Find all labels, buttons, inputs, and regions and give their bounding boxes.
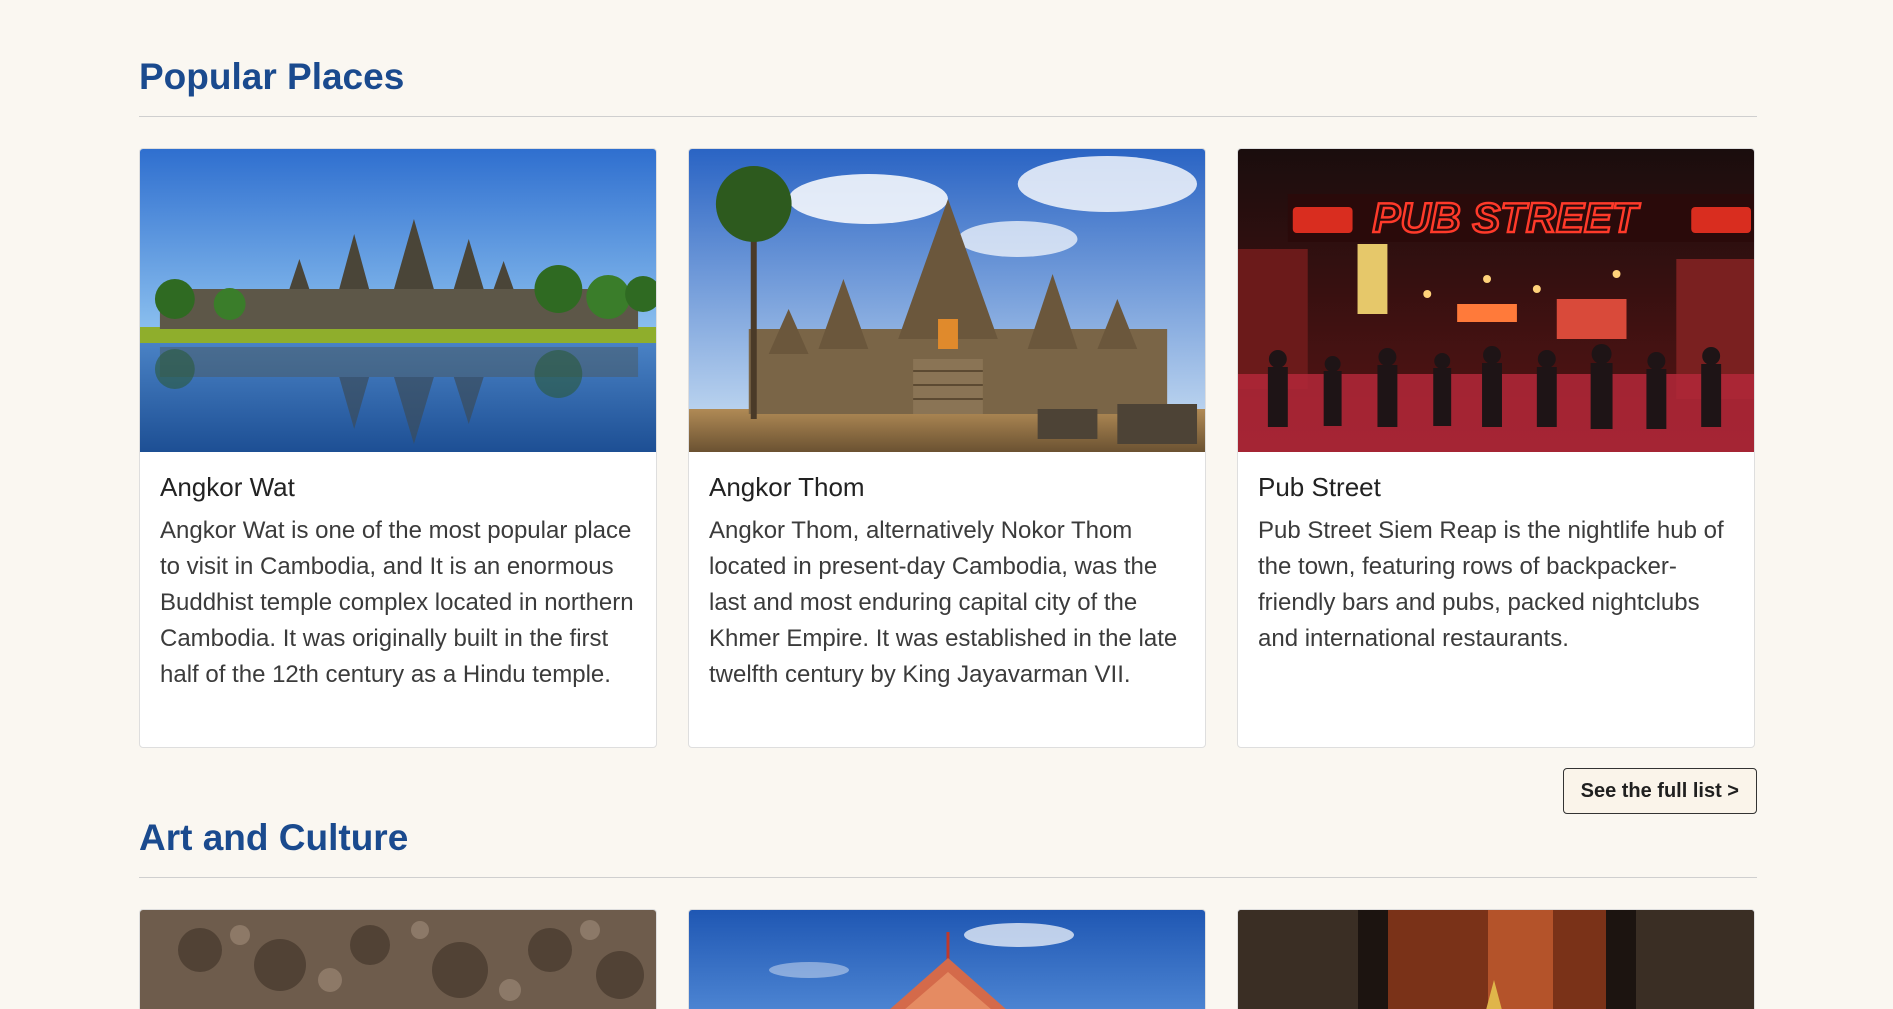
art-card-dance[interactable] xyxy=(1237,909,1755,1009)
angkor-thom-title: Angkor Thom xyxy=(709,472,865,502)
angkor-thom-card-body: Angkor Thom Angkor Thom, alternatively N… xyxy=(689,452,1205,715)
place-card-angkor-thom[interactable]: Angkor Thom Angkor Thom, alternatively N… xyxy=(688,148,1206,748)
place-card-pub-street[interactable]: PUB STREET Pub Street Pub Street Siem Re… xyxy=(1237,148,1755,748)
angkor-thom-description: Angkor Thom, alternatively Nokor Thom lo… xyxy=(709,517,1178,688)
art-culture-cards xyxy=(139,909,1755,1009)
pub-street-description: Pub Street Siem Reap is the nightlife hu… xyxy=(1258,517,1724,652)
pub-street-photo: PUB STREET xyxy=(1238,149,1754,452)
angkor-wat-description: Angkor Wat is one of the most popular pl… xyxy=(160,517,634,688)
popular-places-heading: Popular Places xyxy=(139,56,405,97)
art-culture-divider xyxy=(139,877,1757,878)
pub-street-card-body: Pub Street Pub Street Siem Reap is the n… xyxy=(1238,452,1754,679)
art-card-carving[interactable] xyxy=(139,909,657,1009)
place-card-angkor-wat[interactable]: Angkor Wat Angkor Wat is one of the most… xyxy=(139,148,657,748)
stone-carving-photo xyxy=(140,910,656,1009)
angkor-thom-photo xyxy=(689,149,1205,452)
pub-street-sign-text: PUB STREET xyxy=(1372,194,1640,241)
see-full-list-button[interactable]: See the full list > xyxy=(1562,768,1757,814)
dance-stage-photo xyxy=(1238,910,1754,1009)
popular-places-cards: Angkor Wat Angkor Wat is one of the most… xyxy=(139,148,1755,748)
angkor-wat-title: Angkor Wat xyxy=(160,472,295,502)
art-card-pagoda[interactable] xyxy=(688,909,1206,1009)
popular-places-divider xyxy=(139,116,1757,117)
angkor-wat-photo xyxy=(140,149,656,452)
pagoda-photo xyxy=(689,910,1205,1009)
angkor-wat-card-body: Angkor Wat Angkor Wat is one of the most… xyxy=(140,452,656,715)
pub-street-title: Pub Street xyxy=(1258,472,1381,502)
art-culture-heading: Art and Culture xyxy=(139,817,409,858)
